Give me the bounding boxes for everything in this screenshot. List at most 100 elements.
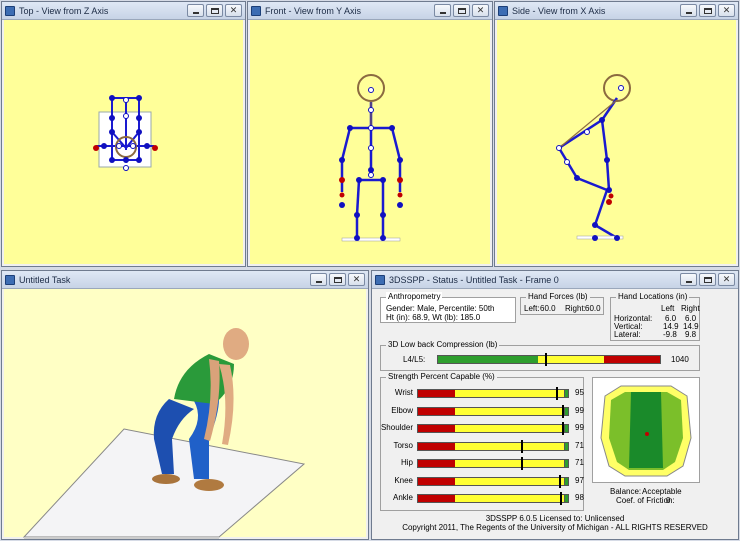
close-button[interactable]: ✕	[348, 273, 365, 286]
strength-row-label: Ankle	[392, 493, 413, 502]
bar-yellow-segment	[454, 460, 564, 467]
strength-group: Strength Percent Capable (%) Wrist 95 Elbo…	[380, 372, 584, 511]
close-button[interactable]: ✕	[472, 4, 489, 17]
strength-row-value: 99	[575, 405, 584, 415]
app-icon	[375, 274, 385, 285]
window-title: 3DSSPP - Status - Untitled Task - Frame …	[389, 274, 559, 285]
minimize-button[interactable]	[680, 4, 697, 17]
anthropometry-title: Anthropometry	[386, 292, 443, 301]
front-view-canvas[interactable]	[250, 20, 490, 264]
strength-bar-green-tip	[565, 424, 569, 433]
strength-marker	[561, 404, 564, 418]
strength-bar-green-tip	[565, 476, 569, 486]
bar-red-segment	[418, 442, 455, 450]
close-icon: ✕	[229, 5, 238, 15]
bar-yellow-segment	[537, 356, 605, 363]
bar-yellow-segment	[454, 442, 564, 450]
hand-loc-row-left: -9.8	[663, 330, 677, 339]
side-view-figure	[556, 74, 631, 241]
strength-marker	[520, 439, 523, 453]
strength-row-value: 98	[575, 493, 584, 502]
anthropometry-line2: Ht (in): 68.9, Wt (lb): 185.0	[386, 313, 481, 322]
compression-group: 3D Low back Compression (lb) L4/L5: 1040	[380, 340, 700, 371]
side-view-window[interactable]: Side - View from X Axis ✕	[494, 1, 739, 267]
top-view-titlebar[interactable]: Top - View from Z Axis ✕	[2, 2, 245, 20]
top-view-canvas[interactable]	[4, 20, 243, 264]
hand-loc-row-right: 9.8	[685, 330, 697, 339]
strength-row-label: Torso	[393, 440, 413, 450]
strength-bar-green-tip	[565, 406, 569, 416]
col-left-header: Left	[661, 304, 675, 313]
strength-bar	[417, 387, 565, 400]
minimize-button[interactable]	[680, 273, 697, 286]
status-window[interactable]: 3DSSPP - Status - Untitled Task - Frame …	[371, 270, 739, 540]
app-icon	[5, 5, 15, 16]
strength-title: Strength Percent Capable (%)	[386, 372, 497, 381]
window-title: Untitled Task	[19, 274, 71, 285]
right-force-value: 60.0	[585, 304, 601, 313]
strength-marker	[561, 422, 564, 435]
close-icon: ✕	[722, 274, 731, 284]
app-icon	[251, 5, 261, 16]
strength-row-value: 71	[575, 458, 584, 467]
minimize-button[interactable]	[187, 4, 204, 17]
bar-yellow-segment	[454, 407, 564, 415]
strength-row-label: Shoulder	[380, 423, 413, 432]
bar-red-segment	[604, 356, 660, 363]
task-3d-canvas[interactable]	[4, 289, 366, 539]
hand-forces-group: Hand Forces (lb) Left: 60.0 Right: 60.0	[520, 292, 604, 315]
balance-footprint	[600, 385, 692, 477]
minimize-icon	[192, 12, 199, 14]
strength-row-value: 97	[575, 475, 584, 485]
minimize-button[interactable]	[310, 273, 327, 286]
strength-row-label: Elbow	[391, 405, 413, 415]
minimize-icon	[685, 12, 692, 14]
side-view-canvas[interactable]	[497, 20, 736, 264]
compression-title: 3D Low back Compression (lb)	[386, 340, 500, 349]
top-view-window[interactable]: Top - View from Z Axis ✕	[1, 1, 246, 267]
maximize-icon	[210, 7, 219, 14]
maximize-icon	[457, 7, 466, 14]
maximize-button[interactable]	[699, 273, 716, 286]
strength-marker	[555, 387, 558, 400]
maximize-button[interactable]	[699, 4, 716, 17]
strength-row-value: 95	[575, 388, 584, 397]
strength-bar-green-tip	[565, 494, 569, 503]
hand-loc-row-label: Lateral:	[614, 330, 641, 339]
minimize-button[interactable]	[434, 4, 451, 17]
task-view-titlebar[interactable]: Untitled Task ✕	[2, 271, 368, 289]
maximize-button[interactable]	[329, 273, 346, 286]
copyright-text: Copyright 2011, The Regents of the Unive…	[402, 523, 708, 532]
maximize-icon	[333, 276, 342, 283]
left-force-label: Left:	[524, 304, 540, 313]
window-title: Side - View from X Axis	[512, 5, 606, 16]
human-model-3d	[22, 328, 306, 539]
front-view-titlebar[interactable]: Front - View from Y Axis ✕	[248, 2, 492, 20]
maximize-button[interactable]	[453, 4, 470, 17]
maximize-button[interactable]	[206, 4, 223, 17]
bar-red-segment	[418, 460, 455, 467]
strength-bar	[417, 492, 565, 505]
strength-bar-green-tip	[565, 441, 569, 451]
close-button[interactable]: ✕	[718, 4, 735, 17]
strength-bar	[417, 474, 565, 488]
status-titlebar[interactable]: 3DSSPP - Status - Untitled Task - Frame …	[372, 271, 738, 289]
front-view-figure	[339, 74, 403, 242]
strength-row-label: Wrist	[394, 388, 413, 397]
top-view-figure	[93, 95, 158, 171]
bar-yellow-segment	[454, 495, 564, 502]
close-icon: ✕	[722, 5, 731, 15]
right-force-label: Right:	[565, 304, 586, 313]
strength-marker	[560, 492, 563, 505]
close-button[interactable]: ✕	[718, 273, 735, 286]
bar-red-segment	[418, 477, 455, 485]
front-view-window[interactable]: Front - View from Y Axis ✕	[247, 1, 493, 267]
side-view-titlebar[interactable]: Side - View from X Axis ✕	[495, 2, 738, 20]
task-view-window[interactable]: Untitled Task ✕	[1, 270, 369, 540]
close-button[interactable]: ✕	[225, 4, 242, 17]
balance-value: Acceptable	[642, 487, 682, 496]
bar-red-segment	[418, 495, 455, 502]
bar-red-segment	[418, 425, 455, 432]
maximize-icon	[703, 276, 712, 283]
maximize-icon	[703, 7, 712, 14]
